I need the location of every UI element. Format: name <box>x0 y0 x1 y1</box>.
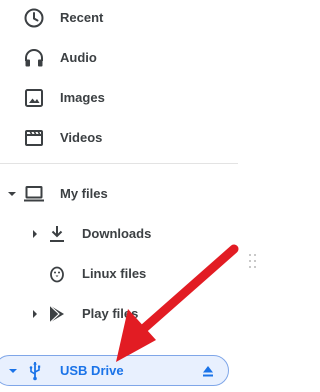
nav-item-recent[interactable]: Recent <box>0 0 240 38</box>
nav-item-videos[interactable]: Videos <box>0 118 240 158</box>
nav-item-images[interactable]: Images <box>0 78 240 118</box>
usb-icon <box>23 359 47 383</box>
tree-item-usb-drive[interactable]: USB Drive <box>0 355 229 386</box>
caret-right-icon[interactable] <box>23 222 47 246</box>
clock-icon <box>22 6 46 30</box>
film-icon <box>22 126 46 150</box>
nav-item-label: Recent <box>60 10 104 25</box>
tree-item-label: Downloads <box>82 226 152 241</box>
tree-item-label: USB Drive <box>60 363 124 378</box>
tree-item-linux-files[interactable]: Linux files <box>0 254 240 294</box>
nav-item-label: Audio <box>60 50 97 65</box>
nav-item-audio[interactable]: Audio <box>0 38 240 78</box>
eject-icon[interactable] <box>196 359 220 383</box>
section-divider <box>0 163 238 164</box>
tree-item-label: Linux files <box>82 266 147 281</box>
tree-item-label: Play files <box>82 306 139 321</box>
caret-down-icon[interactable] <box>1 359 25 383</box>
nav-item-label: Videos <box>60 130 103 145</box>
caret-down-icon[interactable] <box>0 182 24 206</box>
laptop-icon <box>22 182 46 206</box>
tree-item-play-files[interactable]: Play files <box>0 294 240 334</box>
headphones-icon <box>22 46 46 70</box>
image-icon <box>22 86 46 110</box>
download-icon <box>45 222 69 246</box>
nav-item-label: Images <box>60 90 105 105</box>
tree-item-label: My files <box>60 186 108 201</box>
penguin-icon <box>45 262 69 286</box>
tree-item-my-files[interactable]: My files <box>0 174 240 214</box>
panel-resize-handle[interactable] <box>249 254 257 268</box>
caret-right-icon[interactable] <box>23 302 47 326</box>
play-store-icon <box>45 302 69 326</box>
tree-item-downloads[interactable]: Downloads <box>0 214 240 254</box>
